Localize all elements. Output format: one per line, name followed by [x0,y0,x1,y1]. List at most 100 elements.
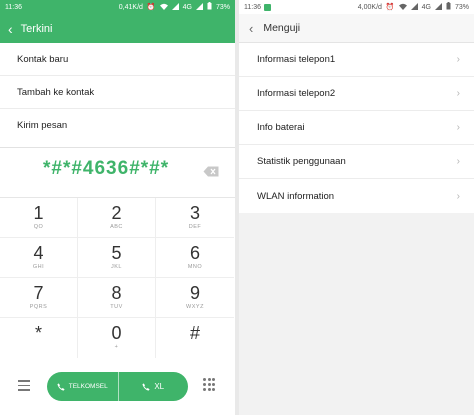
menu-item-usage-statistics[interactable]: Statistik penggunaan › [239,145,474,179]
back-arrow-icon[interactable]: ‹ [8,22,13,36]
battery-icon [446,2,451,12]
key-digit: 8 [111,283,122,303]
wifi-icon [159,3,168,12]
menu-item-new-contact[interactable]: Kontak baru [0,43,235,76]
status-time: 11:36 [5,3,22,11]
status-bar: 11:36 4,00K/d ⏰ 4G 73% [239,0,474,14]
key-letters: PQRS [29,304,48,310]
key-star[interactable]: * [0,318,78,358]
battery-icon [207,2,212,12]
dialed-number: *#*#4636#*#* [43,158,170,179]
testing-header: ‹ Menguji [239,14,474,43]
testing-screen: 11:36 4,00K/d ⏰ 4G 73% ‹ Menguji Informa… [239,0,474,415]
key-0[interactable]: 0 + [78,318,156,358]
signal-icon-2 [195,2,203,12]
notification-badge-icon [264,3,271,11]
key-9[interactable]: 9 WXYZ [156,278,234,318]
dialer-header: ‹ Terkini [0,14,235,43]
chevron-right-icon: › [456,54,460,65]
wifi-icon [398,3,407,12]
chevron-right-icon: › [456,88,460,99]
menu-item-label: Tambah ke kontak [17,86,95,98]
back-arrow-icon[interactable]: ‹ [249,22,253,35]
key-3[interactable]: 3 DEF [156,198,234,238]
menu-item-label: WLAN information [257,190,335,202]
network-speed: 4,00K/d [357,3,382,11]
key-digit: 3 [189,203,200,223]
header-title: Menguji [263,22,301,34]
key-letters: WXYZ [186,304,204,310]
key-letters: + [114,344,119,350]
key-digit: * [34,323,42,343]
status-bar: 11:36 0,41K/d ⏰ 4G 73% [0,0,235,14]
network-speed: 0,41K/d [118,3,143,11]
menu-item-phone-info-1[interactable]: Informasi telepon1 › [239,43,474,77]
key-2[interactable]: 2 ABC [78,198,156,238]
alarm-icon: ⏰ [385,4,395,11]
testing-options-list: Informasi telepon1 › Informasi telepon2 … [239,43,474,213]
key-letters: ABC [110,224,123,230]
key-7[interactable]: 7 PQRS [0,278,78,318]
dialer-bottom-bar: TELKOMSEL XL [0,360,235,415]
battery-level: 73% [454,3,469,11]
status-indicators: 0,41K/d ⏰ 4G 73% [119,2,230,12]
key-1[interactable]: 1 QO [0,198,78,238]
key-digit: 9 [189,283,200,303]
key-hash[interactable]: # [156,318,234,358]
signal-icon [171,2,179,12]
key-letters: MNO [187,264,203,270]
dialer-screen: 11:36 0,41K/d ⏰ 4G 73% ‹ Terkini Kontak … [0,0,235,415]
key-4[interactable]: 4 GHI [0,238,78,278]
menu-item-label: Informasi telepon1 [257,54,336,65]
key-digit: 4 [33,243,44,263]
hamburger-menu-icon[interactable] [18,380,30,392]
key-digit: 1 [33,203,44,223]
network-type: 4G [421,3,431,11]
key-digit: # [189,323,200,343]
header-title: Terkini [20,22,53,35]
battery-level: 73% [215,3,230,11]
key-letters: JKL [111,264,122,270]
status-time: 11:36 [244,3,261,11]
key-digit: 5 [111,243,122,263]
key-6[interactable]: 6 MNO [156,238,234,278]
menu-item-label: Informasi telepon2 [257,88,336,99]
menu-item-wlan-information[interactable]: WLAN information › [239,179,474,213]
key-8[interactable]: 8 TUV [78,278,156,318]
menu-item-add-to-contact[interactable]: Tambah ke kontak [0,76,235,109]
signal-icon [410,2,418,12]
menu-item-label: Kirim pesan [17,120,68,131]
key-letters: DEF [188,224,202,230]
chevron-right-icon: › [456,190,460,202]
key-digit: 0 [111,323,122,343]
key-digit: 2 [111,203,122,223]
signal-icon-2 [434,2,442,12]
sim2-label: XL [154,382,165,391]
network-type: 4G [182,3,192,11]
dialpad: 1 QO 2 ABC 3 DEF 4 GHI 5 JKL 6 MNO 7 PQR… [0,197,235,359]
menu-item-phone-info-2[interactable]: Informasi telepon2 › [239,77,474,111]
menu-item-label: Info baterai [257,122,305,133]
key-letters: QO [33,224,44,230]
alarm-icon: ⏰ [146,4,156,11]
key-digit: 7 [33,283,44,303]
key-5[interactable]: 5 JKL [78,238,156,278]
dialed-number-area: *#*#4636#*#* [0,147,235,193]
chevron-right-icon: › [456,156,460,167]
key-letters: GHI [32,264,45,270]
call-button-group: TELKOMSEL XL [47,372,188,401]
key-digit: 6 [189,243,200,263]
backspace-icon[interactable] [203,164,219,177]
status-indicators: 4,00K/d ⏰ 4G 73% [358,2,469,12]
dialpad-toggle-icon[interactable] [203,378,215,392]
menu-item-label: Kontak baru [17,53,69,65]
phone-icon [57,382,65,391]
phone-icon [142,382,150,391]
call-sim1-button[interactable]: TELKOMSEL [47,372,118,401]
menu-item-label: Statistik penggunaan [257,156,346,167]
sim1-label: TELKOMSEL [68,383,108,390]
dialer-options-list: Kontak baru Tambah ke kontak Kirim pesan [0,43,235,142]
menu-item-battery-info[interactable]: Info baterai › [239,111,474,145]
call-sim2-button[interactable]: XL [117,372,189,401]
menu-item-send-message[interactable]: Kirim pesan [0,109,235,142]
